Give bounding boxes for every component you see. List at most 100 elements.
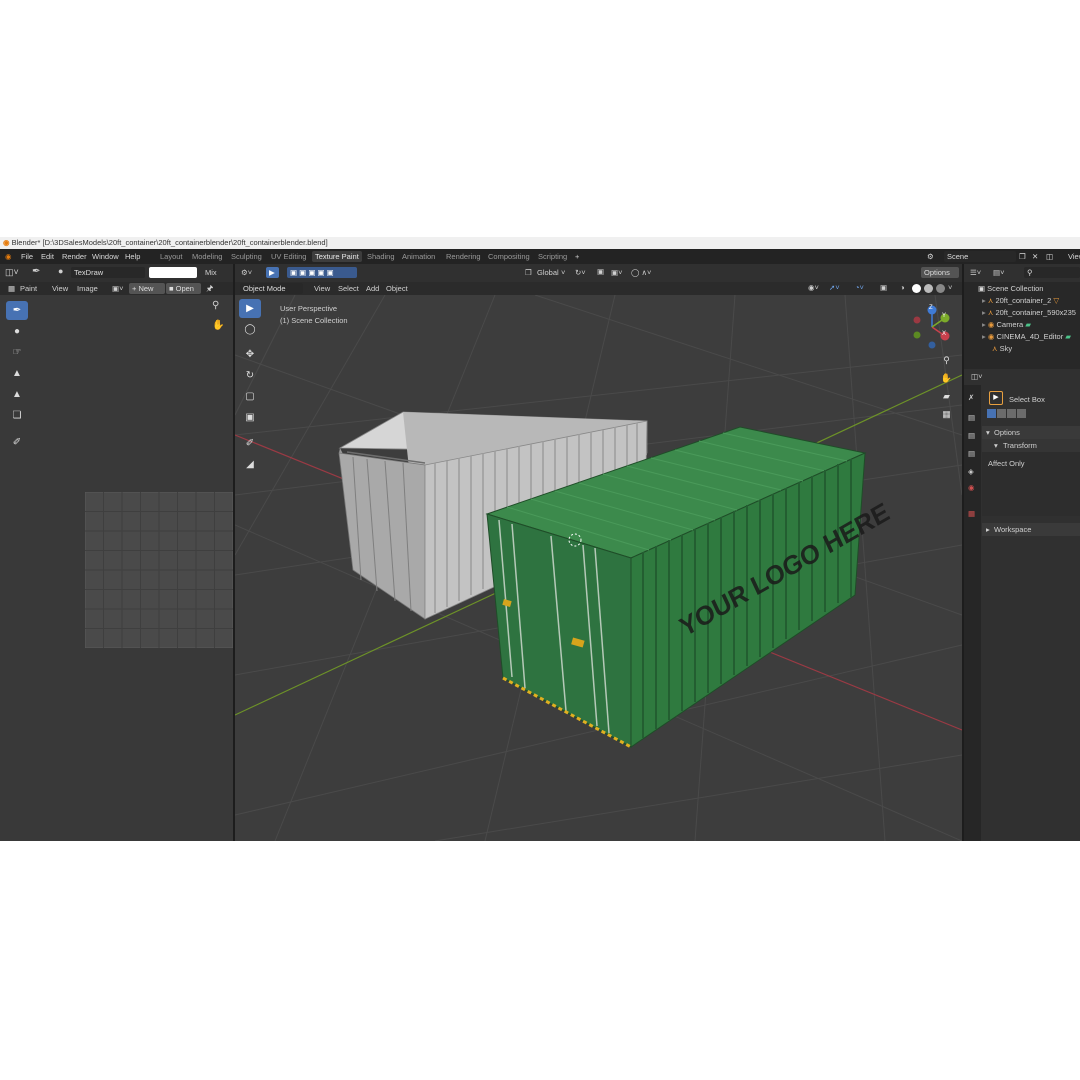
tab-rendering[interactable]: Rendering [443, 251, 484, 262]
shading-options-icon[interactable]: ˅ [948, 283, 952, 292]
perspective-toggle-icon[interactable]: ▦ [939, 407, 954, 422]
tab-animation[interactable]: Animation [399, 251, 438, 262]
tab-layout[interactable]: Layout [157, 251, 186, 262]
transform-orientation-icon[interactable]: ❒ [525, 268, 532, 277]
transform-orientation-select[interactable]: Global [537, 268, 559, 277]
menu-select[interactable]: Select [338, 284, 359, 293]
paint-mode-select[interactable]: Paint [20, 284, 37, 293]
editor-type-viewport-icon[interactable]: ⚙˅ [241, 268, 252, 277]
tab-modeling[interactable]: Modeling [189, 251, 225, 262]
zoom-viewport-icon[interactable]: ⚲ [939, 353, 954, 368]
outliner-scene-collection[interactable]: ▣ Scene Collection [978, 284, 1043, 293]
brush-preview-icon[interactable]: ● [58, 266, 63, 276]
outliner-item[interactable]: ⋏ Sky [992, 344, 1012, 353]
menu-file[interactable]: File [21, 249, 33, 264]
select-box-tool-icon[interactable]: ▶ [239, 299, 261, 318]
brush-name-field[interactable]: TexDraw [71, 267, 145, 278]
brush-icon[interactable]: ✒ [32, 266, 40, 277]
selection-mode-buttons-props[interactable] [987, 409, 1035, 419]
measure-tool-icon[interactable]: ◢ [239, 455, 261, 474]
menu-image[interactable]: Image [77, 284, 98, 293]
transform-tool-icon[interactable]: ▣ [239, 408, 261, 427]
blend-mode-select[interactable]: Mix [205, 268, 217, 277]
selection-mode-buttons[interactable]: ▣ ▣ ▣ ▣ ▣ [287, 267, 357, 278]
tab-shading[interactable]: Shading [364, 251, 398, 262]
outliner-type-icon[interactable]: ☰˅ [970, 268, 981, 277]
rotate-tool-icon[interactable]: ↻ [239, 366, 261, 385]
view-layer-icon[interactable]: ◫ [1046, 249, 1053, 264]
properties-type-icon[interactable]: ◫˅ [971, 372, 982, 381]
scene-tab-icon[interactable]: ◈ [968, 467, 974, 476]
snap-icon[interactable]: ▣ [597, 267, 604, 276]
wireframe-shading-icon[interactable]: ◑ [900, 283, 905, 292]
pan-hand-icon[interactable]: ✋ [212, 320, 224, 331]
open-image-button[interactable]: ■ Open [166, 283, 201, 294]
clone-tool-icon[interactable]: ▲ [6, 364, 28, 383]
transform-subpanel-header[interactable]: ▾ Transform [982, 439, 1080, 452]
pan-viewport-icon[interactable]: ✋ [939, 371, 954, 386]
menu-window[interactable]: Window [92, 249, 119, 264]
tab-compositing[interactable]: Compositing [485, 251, 533, 262]
render-tab-icon[interactable]: ▤ [968, 413, 975, 422]
tab-texture-paint[interactable]: Texture Paint [312, 251, 362, 262]
material-preview-icon[interactable] [924, 284, 933, 293]
brush-color-swatch[interactable] [149, 267, 197, 278]
options-panel-header[interactable]: ▾ Options [982, 426, 1080, 439]
cursor-tool-icon[interactable]: ◯ [239, 320, 261, 339]
mask-tool-icon[interactable]: ❏ [6, 406, 28, 425]
menu-view[interactable]: View [314, 284, 330, 293]
xray-icon[interactable]: ▣ [880, 283, 887, 292]
editor-type-icon[interactable]: ◫˅ [5, 267, 19, 278]
menu-view-image[interactable]: View [52, 284, 68, 293]
outliner-item[interactable]: ▸ ◉ Camera ▰ [982, 320, 1031, 329]
annotate-tool-icon[interactable]: ✐ [6, 433, 28, 452]
output-tab-icon[interactable]: ▤ [968, 431, 975, 440]
paint-mode-icon[interactable]: ▦ [8, 284, 15, 293]
zoom-icon[interactable]: ⚲ [212, 300, 219, 311]
object-mode-select[interactable]: Object Mode [240, 283, 303, 294]
tab-scripting[interactable]: Scripting [535, 251, 570, 262]
add-workspace-button[interactable]: + [572, 251, 582, 262]
workspace-panel-header[interactable]: ▸ Workspace [982, 523, 1080, 536]
tab-uv-editing[interactable]: UV Editing [268, 251, 309, 262]
new-image-button[interactable]: + New [129, 283, 165, 294]
outliner-search-input[interactable]: ⚲ [1024, 267, 1080, 278]
rendered-shading-icon[interactable] [936, 284, 945, 293]
outliner-item[interactable]: ▸ ◉ CINEMA_4D_Editor ▰ [982, 332, 1071, 341]
options-dropdown[interactable]: Options [921, 267, 959, 278]
proportional-edit-icon[interactable]: ◯ ∧˅ [631, 268, 651, 277]
view-layer-tab-icon[interactable]: ▤ [968, 449, 975, 458]
visibility-icon[interactable]: ◉˅ [808, 283, 819, 292]
tool-settings-tab-icon[interactable]: ✗ [968, 393, 974, 402]
select-mode-icon[interactable]: ▶ [266, 267, 279, 278]
camera-view-icon[interactable]: ▰ [939, 389, 954, 404]
delete-scene-icon[interactable]: ✕ [1032, 249, 1038, 264]
tab-sculpting[interactable]: Sculpting [228, 251, 265, 262]
solid-shading-icon[interactable] [912, 284, 921, 293]
menu-object[interactable]: Object [386, 284, 408, 293]
scene-selector[interactable]: Scene [944, 251, 1016, 262]
menu-add[interactable]: Add [366, 284, 379, 293]
outliner-item[interactable]: ▸ ⋏ 20ft_container_2 ▽ [982, 296, 1059, 305]
view-layer-selector[interactable]: View [1068, 249, 1080, 264]
smear-tool-icon[interactable]: ☞ [6, 343, 28, 362]
annotate-viewport-tool-icon[interactable]: ✐ [239, 434, 261, 453]
world-tab-icon[interactable]: ◉ [968, 483, 975, 492]
new-scene-icon[interactable]: ❐ [1019, 249, 1026, 264]
outliner-item[interactable]: ▸ ⋏ 20ft_container_590x235 [982, 308, 1076, 317]
gizmo-icon[interactable]: ➚˅ [829, 283, 840, 292]
scene-icon[interactable]: ⚙ [927, 249, 934, 264]
image-browse-icon[interactable]: ▣˅ [112, 284, 123, 293]
menu-render[interactable]: Render [62, 249, 87, 264]
overlay-icon[interactable]: ◔˅ [855, 283, 864, 292]
soften-tool-icon[interactable]: ● [6, 322, 28, 341]
menu-help[interactable]: Help [125, 249, 140, 264]
fill-tool-icon[interactable]: ▲ [6, 385, 28, 404]
navigation-gizmo[interactable]: Z X Y [907, 303, 957, 351]
menu-edit[interactable]: Edit [41, 249, 54, 264]
move-tool-icon[interactable]: ✥ [239, 345, 261, 364]
scale-tool-icon[interactable]: ▢ [239, 387, 261, 406]
blender-menu-icon[interactable]: ◉ [5, 249, 12, 264]
pivot-point-icon[interactable]: ↻˅ [575, 268, 586, 277]
3d-viewport[interactable]: YOUR LOGO HERE User Perspective (1) Scen… [235, 295, 962, 841]
